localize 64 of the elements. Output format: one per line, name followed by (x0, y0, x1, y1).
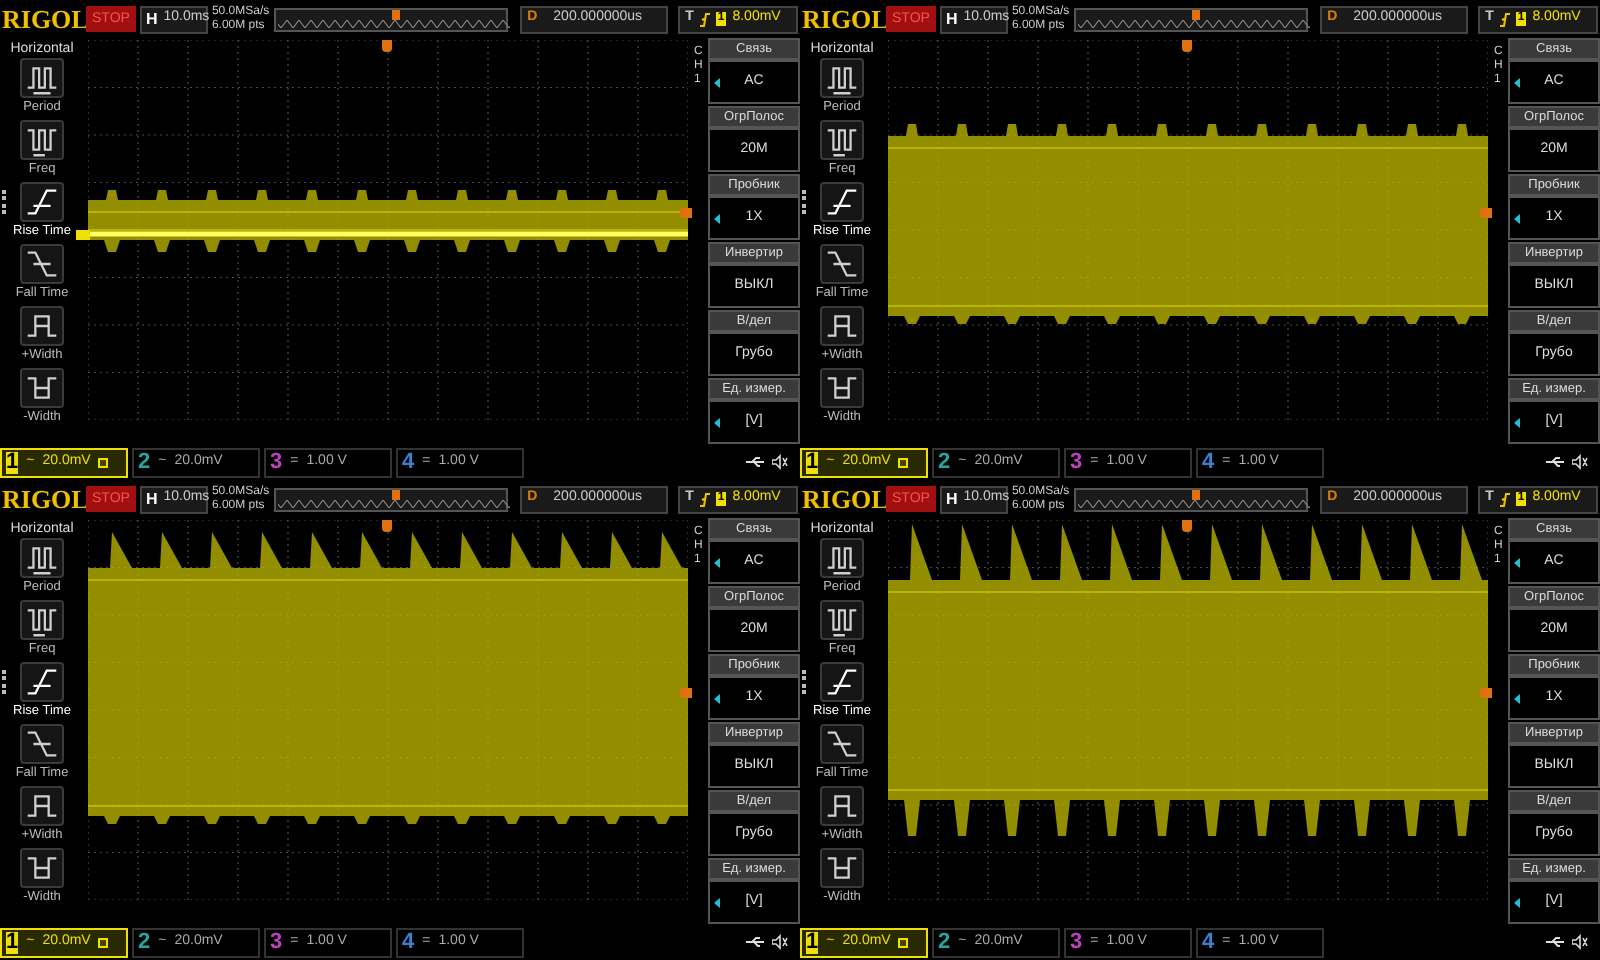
memory-waveform-icon (1078, 19, 1311, 27)
selector-arrow-icon (1514, 418, 1520, 428)
trigger-position-marker (1182, 520, 1192, 532)
trigger-position-icon (392, 9, 401, 19)
selector-arrow-icon (1514, 78, 1520, 88)
selector-arrow-icon (1514, 214, 1520, 224)
rising-edge-icon (1499, 11, 1510, 27)
brand-logo: RIGOL (2, 6, 82, 32)
brand-logo: RIGOL (802, 486, 882, 512)
selector-arrow-icon (714, 418, 720, 428)
memory-waveform-icon (1078, 499, 1311, 507)
speaker-icon[interactable] (1572, 934, 1588, 950)
usb-icon (1546, 456, 1566, 468)
channel-number: 4 (1202, 931, 1215, 953)
trigger-position-marker (1182, 40, 1192, 52)
speaker-icon[interactable] (1572, 454, 1588, 470)
trigger-level-marker (1480, 208, 1492, 218)
selector-arrow-icon (1514, 694, 1520, 704)
channel-number: 2 (938, 931, 951, 953)
trigger-position-icon (392, 489, 401, 499)
selector-arrow-icon (1514, 898, 1520, 908)
selector-arrow-icon (714, 694, 720, 704)
timebase-label: H (145, 487, 158, 511)
channel-number: 4 (402, 931, 415, 953)
memory-waveform-icon (278, 19, 511, 27)
trigger-level-marker (680, 208, 692, 218)
memory-waveform-icon (278, 499, 511, 507)
trigger-position-icon (1192, 9, 1201, 19)
channel-number: 2 (938, 451, 951, 473)
channel-number: 4 (1202, 451, 1215, 473)
channel-number: 1 (806, 931, 819, 953)
rising-edge-icon (1499, 491, 1510, 507)
selector-arrow-icon (714, 898, 720, 908)
selector-arrow-icon (1514, 558, 1520, 568)
channel-number: 3 (1070, 931, 1083, 953)
usb-icon (746, 936, 766, 948)
channel-number: 4 (402, 451, 415, 473)
timebase-label: H (945, 487, 958, 511)
channel-number: 3 (270, 451, 283, 473)
timebase-label: H (945, 7, 958, 31)
speaker-icon[interactable] (772, 454, 788, 470)
channel-number: 2 (138, 931, 151, 953)
channel-number: 1 (6, 451, 19, 473)
brand-logo: RIGOL (2, 486, 82, 512)
trigger-position-marker (382, 40, 392, 52)
usb-icon (1546, 936, 1566, 948)
timebase-label: H (145, 7, 158, 31)
selector-arrow-icon (714, 214, 720, 224)
channel-number: 1 (6, 931, 19, 953)
trigger-position-marker (382, 520, 392, 532)
brand-logo: RIGOL (802, 6, 882, 32)
selector-arrow-icon (714, 558, 720, 568)
speaker-icon[interactable] (772, 934, 788, 950)
channel-number: 3 (270, 931, 283, 953)
trigger-level-marker (1480, 688, 1492, 698)
channel-number: 2 (138, 451, 151, 473)
usb-icon (746, 456, 766, 468)
trigger-position-icon (1192, 489, 1201, 499)
channel-number: 1 (806, 451, 819, 473)
channel-number: 3 (1070, 451, 1083, 473)
selector-arrow-icon (714, 78, 720, 88)
rising-edge-icon (699, 11, 710, 27)
rising-edge-icon (699, 491, 710, 507)
trigger-level-marker (680, 688, 692, 698)
